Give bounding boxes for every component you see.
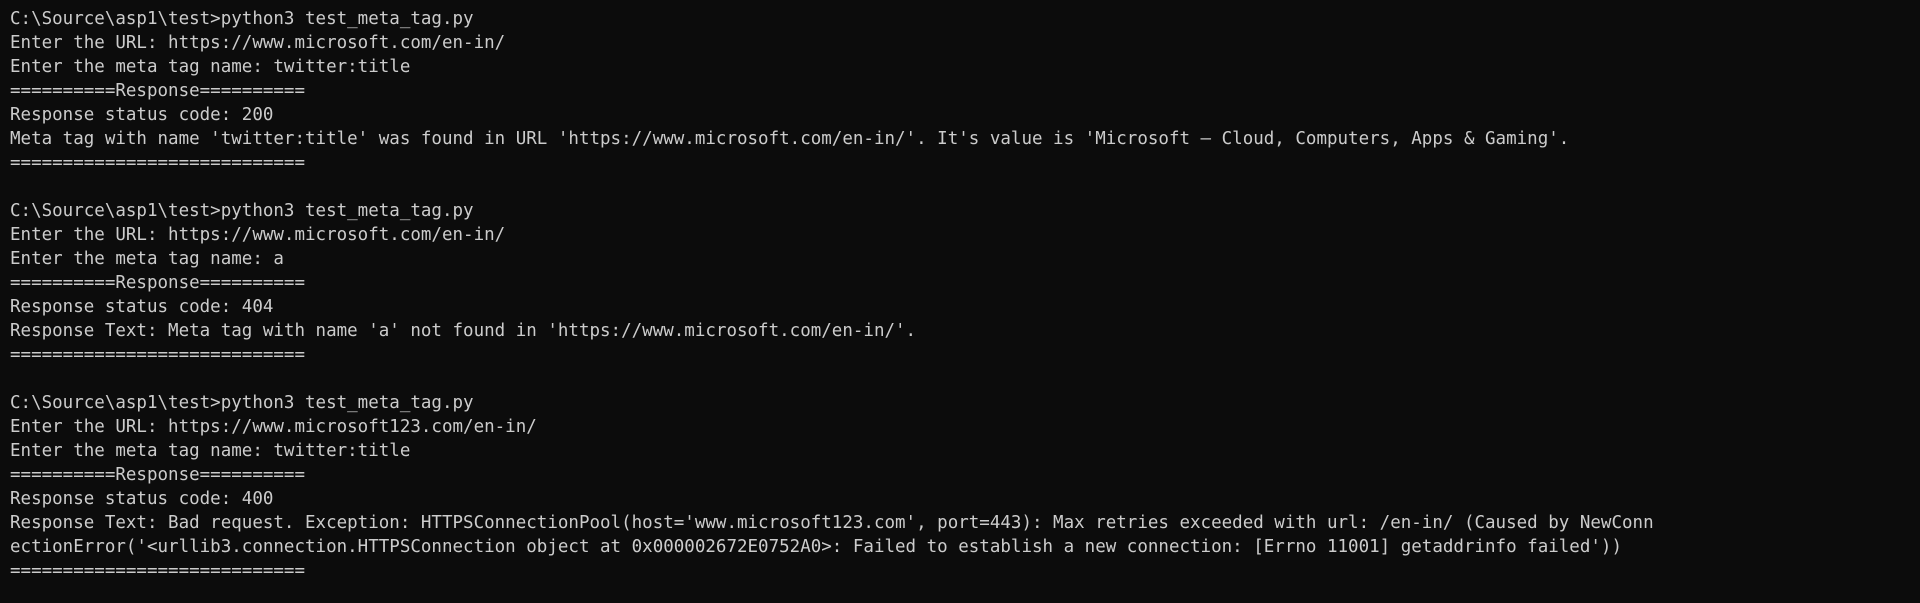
output-line: ============================ — [10, 561, 306, 581]
output-line: Enter the meta tag name: twitter:title — [10, 57, 411, 77]
output-line: ==========Response========== — [10, 465, 306, 485]
output-line: Response status code: 404 — [10, 297, 274, 317]
output-line: ectionError('<urllib3.connection.HTTPSCo… — [10, 537, 1622, 557]
prompt-line: C:\Source\asp1\test>python3 test_meta_ta… — [10, 9, 474, 29]
terminal-output[interactable]: C:\Source\asp1\test>python3 test_meta_ta… — [0, 0, 1920, 603]
output-line: Enter the URL: https://www.microsoft.com… — [10, 225, 506, 245]
output-line: Response Text: Bad request. Exception: H… — [10, 513, 1654, 533]
output-line: Enter the meta tag name: twitter:title — [10, 441, 411, 461]
output-line: ==========Response========== — [10, 273, 306, 293]
output-line: Enter the meta tag name: a — [10, 249, 284, 269]
output-line: ============================ — [10, 345, 306, 365]
output-line: Enter the URL: https://www.microsoft.com… — [10, 33, 506, 53]
output-line: ============================ — [10, 153, 306, 173]
output-line: Response status code: 400 — [10, 489, 274, 509]
output-line: Enter the URL: https://www.microsoft123.… — [10, 417, 537, 437]
output-line: Meta tag with name 'twitter:title' was f… — [10, 129, 1570, 149]
output-line: Response Text: Meta tag with name 'a' no… — [10, 321, 917, 341]
output-line: ==========Response========== — [10, 81, 306, 101]
output-line: Response status code: 200 — [10, 105, 274, 125]
prompt-line: C:\Source\asp1\test>python3 test_meta_ta… — [10, 393, 474, 413]
prompt-line: C:\Source\asp1\test>python3 test_meta_ta… — [10, 201, 474, 221]
